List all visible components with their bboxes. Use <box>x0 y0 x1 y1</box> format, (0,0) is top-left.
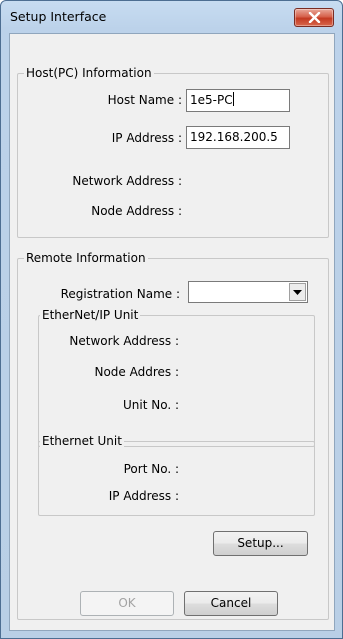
registration-name-label: Registration Name : <box>60 287 180 301</box>
ip-address-value: 192.168.200.5 <box>190 130 278 144</box>
dialog-client-area: Host(PC) Information Host Name : 1e5-PC … <box>9 33 335 631</box>
setup-interface-dialog: Setup Interface Host(PC) Information Hos… <box>0 0 343 639</box>
eip-unit-no-label: Unit No. : <box>122 398 179 412</box>
ethernet-unit-group: Ethernet Unit <box>38 434 315 516</box>
eip-node-address-label: Node Addres : <box>94 365 179 379</box>
port-no-label: Port No. : <box>123 462 179 476</box>
remote-information-legend: Remote Information <box>24 251 148 265</box>
close-button[interactable] <box>294 8 334 27</box>
close-icon <box>308 12 321 23</box>
host-name-value: 1e5-PC <box>190 93 233 107</box>
chevron-down-icon <box>293 290 302 295</box>
host-information-legend: Host(PC) Information <box>24 66 154 80</box>
host-name-input[interactable]: 1e5-PC <box>186 89 290 112</box>
ethernetip-unit-legend: EtherNet/IP Unit <box>40 308 141 322</box>
host-node-address-label: Node Address : <box>91 204 182 218</box>
window-title: Setup Interface <box>10 9 107 24</box>
setup-button[interactable]: Setup... <box>213 531 308 556</box>
text-caret <box>232 92 234 106</box>
registration-name-dropdown-button[interactable] <box>289 283 306 301</box>
cancel-button[interactable]: Cancel <box>184 591 278 616</box>
title-bar[interactable]: Setup Interface <box>1 1 342 33</box>
host-network-address-label: Network Address : <box>72 174 182 188</box>
ethernet-unit-legend: Ethernet Unit <box>40 434 124 448</box>
eip-network-address-label: Network Address : <box>69 334 179 348</box>
ok-button[interactable]: OK <box>80 591 174 616</box>
registration-name-select[interactable] <box>188 281 308 303</box>
ethernet-ip-address-label: IP Address : <box>108 489 179 503</box>
ip-address-input[interactable]: 192.168.200.5 <box>186 126 290 149</box>
host-name-label: Host Name : <box>107 93 182 107</box>
ip-address-label: IP Address : <box>111 131 182 145</box>
